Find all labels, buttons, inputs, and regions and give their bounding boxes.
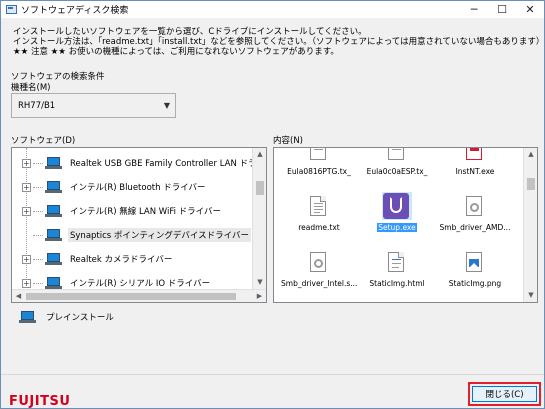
- tree-item-realtek-lan[interactable]: + Realtek USB GBE Family Controller LAN …: [12, 155, 267, 171]
- file-item[interactable]: Smb_driver_Intel.s...: [280, 252, 358, 289]
- instruction-line-2: インストール方法は、「readme.txt」「install.txt」などを参照…: [13, 37, 545, 47]
- model-select[interactable]: RH77/B1 ▼: [11, 93, 176, 118]
- setup-icon: [383, 193, 409, 219]
- window-title: ソフトウェアディスク検索: [21, 6, 129, 16]
- tree-item-label: インテル(R) シリアル IO ドライバー: [70, 279, 211, 289]
- laptop-icon: [45, 157, 62, 169]
- expand-icon[interactable]: +: [22, 182, 31, 192]
- text-file-icon: [310, 196, 326, 216]
- expand-icon[interactable]: +: [22, 206, 31, 216]
- software-disc-search-window: ソフトウェアディスク検索 ─ ☐ ✕ インストールしたいソフトウェアを一覧から選…: [0, 0, 545, 409]
- tree-item-label: インテル(R) 無線 LAN WiFi ドライバー: [70, 207, 221, 217]
- file-item[interactable]: Eula0816PTG.tx_: [280, 148, 358, 177]
- tree-item-label: Realtek カメラドライバー: [70, 255, 173, 265]
- title-bar[interactable]: ソフトウェアディスク検索 ─ ☐ ✕: [1, 1, 544, 18]
- tree-item-synaptics[interactable]: Synaptics ポインティングデバイスドライバー: [12, 227, 251, 243]
- preinstall-legend: プレインストール: [19, 311, 114, 323]
- minimize-button[interactable]: ─: [460, 1, 488, 18]
- scroll-right-icon[interactable]: ▶: [253, 290, 266, 302]
- gear-file-icon: [466, 196, 482, 216]
- contents-label: 内容(N): [273, 136, 303, 146]
- expand-icon[interactable]: +: [22, 158, 31, 168]
- gear-file-icon: [310, 252, 326, 272]
- software-tree[interactable]: + Realtek USB GBE Family Controller LAN …: [11, 147, 267, 303]
- instruction-line-1: インストールしたいソフトウェアを一覧から選び、Cドライブにインストールしてくださ…: [13, 27, 367, 37]
- maximize-button[interactable]: ☐: [488, 1, 516, 18]
- scroll-down-icon[interactable]: ▼: [524, 289, 537, 302]
- scroll-thumb[interactable]: [527, 178, 535, 190]
- tree-item-intel-wifi[interactable]: + インテル(R) 無線 LAN WiFi ドライバー: [12, 203, 223, 219]
- close-window-button[interactable]: ✕: [516, 1, 544, 18]
- tree-item-intel-bluetooth[interactable]: + インテル(R) Bluetooth ドライバー: [12, 179, 208, 195]
- preinstall-label: プレインストール: [46, 313, 114, 323]
- model-name-label: 機種名(M): [11, 83, 51, 93]
- scroll-thumb[interactable]: [256, 181, 264, 195]
- tree-item-realtek-camera[interactable]: + Realtek カメラドライバー: [12, 251, 174, 267]
- warning-line: ★★ 注意 ★★ お使いの機種によっては、ご利用になれないソフトウェアがあります…: [13, 47, 339, 57]
- tree-item-label: インテル(R) Bluetooth ドライバー: [70, 183, 206, 193]
- scroll-up-icon[interactable]: ▲: [524, 148, 537, 161]
- close-button-highlight: 閉じる(C): [468, 382, 541, 406]
- app-icon: [6, 4, 17, 15]
- scroll-left-icon[interactable]: ◀: [12, 290, 25, 302]
- html-file-icon: [388, 252, 404, 272]
- scroll-thumb[interactable]: [26, 293, 236, 300]
- laptop-icon: [45, 229, 62, 241]
- footer-divider: [1, 374, 544, 375]
- file-item[interactable]: Eula0c0aESP.tx_: [358, 148, 436, 177]
- file-item-selected[interactable]: Setup.exe: [358, 192, 436, 233]
- laptop-icon: [45, 205, 62, 217]
- tree-horizontal-scrollbar[interactable]: ◀ ▶: [12, 289, 266, 302]
- expand-icon[interactable]: +: [22, 278, 31, 288]
- doc-icon: [388, 148, 404, 160]
- file-item[interactable]: StaticImg.png: [436, 252, 514, 289]
- contents-vertical-scrollbar[interactable]: ▲ ▼: [523, 148, 537, 302]
- laptop-icon: [45, 181, 62, 193]
- laptop-icon: [19, 311, 36, 323]
- installer-icon: [466, 148, 482, 160]
- file-item[interactable]: readme.txt: [280, 196, 358, 233]
- scroll-down-icon[interactable]: ▼: [253, 276, 266, 289]
- chevron-down-icon: ▼: [163, 101, 170, 110]
- laptop-icon: [45, 277, 62, 289]
- tree-item-label: Synaptics ポインティングデバイスドライバー: [68, 228, 251, 242]
- tree-vertical-scrollbar[interactable]: ▲ ▼: [252, 148, 266, 289]
- model-select-value: RH77/B1: [18, 100, 56, 111]
- tree-item-label: Realtek USB GBE Family Controller LAN ドラ…: [70, 159, 267, 169]
- contents-list[interactable]: Eula0816PTG.tx_ Eula0c0aESP.tx_ InstNT.e…: [273, 147, 538, 303]
- file-item[interactable]: InstNT.exe: [436, 148, 514, 177]
- close-button[interactable]: 閉じる(C): [472, 386, 537, 402]
- file-item[interactable]: StaticImg.html: [358, 252, 436, 289]
- image-file-icon: [466, 252, 482, 272]
- scroll-up-icon[interactable]: ▲: [253, 148, 266, 161]
- doc-icon: [310, 148, 326, 160]
- expand-icon[interactable]: +: [22, 254, 31, 264]
- file-item[interactable]: Smb_driver_AMD...: [436, 196, 514, 233]
- software-label: ソフトウェア(D): [11, 136, 76, 146]
- fujitsu-logo: FUJITSU: [9, 394, 71, 409]
- laptop-icon: [45, 253, 62, 265]
